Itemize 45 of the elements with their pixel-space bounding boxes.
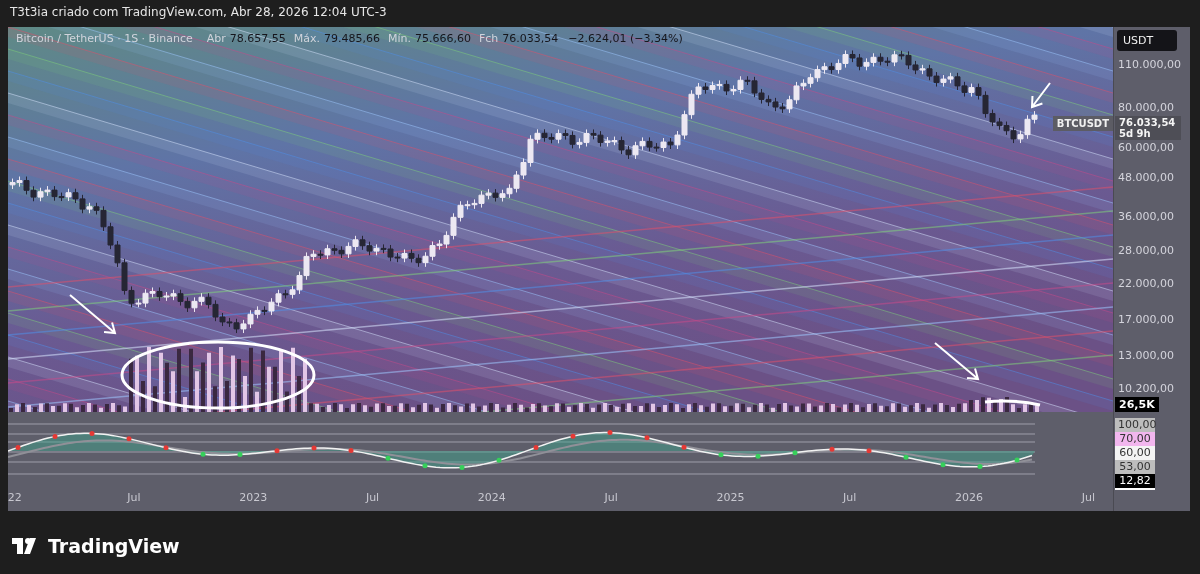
- brand-name: TradingView: [48, 535, 180, 557]
- currency-label: USDT: [1117, 30, 1177, 51]
- time-label: Jul: [604, 491, 618, 504]
- price-tick: 13.000,00: [1118, 349, 1174, 364]
- volume-label: 26,5K: [1115, 397, 1159, 412]
- symbol-label: BTCUSDT: [1052, 116, 1113, 131]
- indicator-value: 70,00: [1115, 432, 1155, 446]
- price-tick: 28.000,00: [1118, 244, 1174, 259]
- legend-value: 75.666,60: [415, 32, 471, 45]
- price-change: −2.624,01 (−3,34%): [568, 32, 683, 45]
- time-label: 22: [7, 491, 22, 504]
- chart-title: T3t3ia criado com TradingView.com, Abr 28, 2026 12:04 UTC-3: [9, 4, 388, 21]
- legend-label: Abr: [206, 32, 226, 45]
- symbol-name: Bitcoin / TetherUS · 1S · Binance: [16, 32, 193, 45]
- price-tick: 80.000,00: [1118, 101, 1174, 116]
- countdown: 5d 9h: [1119, 128, 1152, 139]
- price-tick: 110.000,00: [1118, 58, 1181, 72]
- price-tick: 17.000,00: [1118, 312, 1174, 327]
- underline-annotation: [984, 399, 1041, 407]
- indicator-value: 12,82: [1115, 474, 1155, 490]
- time-label: 2024: [477, 491, 506, 504]
- price-tick: 48.000,00: [1118, 171, 1174, 185]
- arrow-annotation: [69, 294, 117, 335]
- price-tick: 10.200,00: [1118, 382, 1174, 397]
- indicator-value: 53,00: [1115, 460, 1155, 474]
- time-label: 2023: [239, 491, 268, 504]
- price-tick: 36.000,00: [1118, 210, 1174, 225]
- arrow-annotation: [1030, 82, 1051, 109]
- legend-label: Máx.: [293, 32, 320, 45]
- price-tick: 60.000,00: [1118, 140, 1174, 155]
- time-label: Jul: [127, 491, 141, 504]
- legend-value: 78.657,55: [229, 32, 286, 45]
- legend-value: 79.485,66: [324, 32, 380, 45]
- time-label: Jul: [843, 491, 857, 504]
- last-price: 76.033,54: [1119, 117, 1177, 128]
- legend-value: 76.033,54: [502, 32, 559, 45]
- indicator-value: 60,00: [1115, 446, 1155, 460]
- time-label: 2025: [716, 491, 745, 504]
- arrow-annotation: [934, 342, 980, 381]
- time-label: Jul: [1081, 491, 1095, 504]
- time-label: 2026: [955, 491, 983, 504]
- price-tick: 22.000,00: [1118, 277, 1174, 292]
- legend-label: Mín.: [387, 32, 411, 45]
- legend-label: Fch: [478, 32, 499, 45]
- time-label: Jul: [365, 491, 380, 504]
